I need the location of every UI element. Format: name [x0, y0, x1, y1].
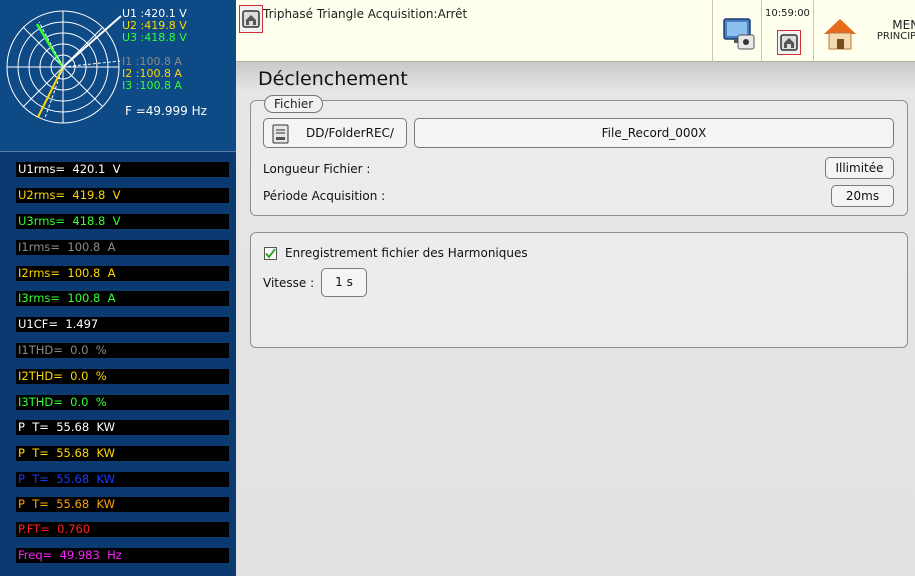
measurement-row: U3rms= 418.8 V [16, 214, 229, 229]
harmonics-label: Enregistrement fichier des Harmoniques [285, 246, 528, 260]
measurement-row: U1CF= 1.497 [16, 317, 229, 332]
header-divider [761, 0, 762, 62]
main-menu-button[interactable]: MENU PRINCIPAL [814, 0, 915, 62]
file-name-field[interactable]: File_Record_000X [414, 118, 894, 148]
main-content: Déclenchement Fichier DD/FolderREC/ File… [236, 62, 915, 576]
i3-phasor-value: I3 :100.8 A [122, 79, 182, 92]
measurement-row: I1THD= 0.0 % [16, 343, 229, 358]
phasor-graphic [6, 10, 122, 124]
measurement-row: I1rms= 100.8 A [16, 240, 229, 255]
periode-acquisition-button[interactable]: 20ms [831, 185, 894, 207]
periode-acquisition-label: Période Acquisition : [263, 189, 386, 203]
acquisition-status-icon[interactable] [239, 5, 263, 33]
measurement-row: U1rms= 420.1 V [16, 162, 229, 177]
measurement-row: Freq= 49.983 Hz [16, 548, 229, 563]
measurement-row: I2THD= 0.0 % [16, 369, 229, 384]
window-title: Triphasé Triangle Acquisition:Arrêt [263, 7, 468, 21]
measurement-row: I2rms= 100.8 A [16, 266, 229, 281]
vitesse-button[interactable]: 1 s [321, 268, 367, 297]
left-measurement-panel: U1 :420.1 V U2 :419.8 V U3 :418.8 V I1 :… [0, 0, 236, 576]
header-bar: Triphasé Triangle Acquisition:Arrêt 10:5… [236, 0, 915, 62]
measurement-row: P T= 55.68 KW [16, 472, 229, 487]
measurement-row: I3THD= 0.0 % [16, 395, 229, 410]
i1-phasor-value: I1 :100.8 A [122, 55, 182, 68]
menu-label-line-1: MENU [892, 18, 915, 32]
clock-time: 10:59:00 [765, 8, 810, 19]
app-root: U1 :420.1 V U2 :419.8 V U3 :418.8 V I1 :… [0, 0, 915, 576]
u3-phasor-value: U3 :418.8 V [122, 31, 187, 44]
u1-phasor-value: U1 :420.1 V [122, 7, 187, 20]
save-monitor-button[interactable] [722, 15, 756, 51]
folder-button[interactable]: DD/FolderREC/ [263, 118, 407, 148]
phasor-diagram: U1 :420.1 V U2 :419.8 V U3 :418.8 V I1 :… [0, 0, 236, 152]
measurement-row: P.FT= 0.760 [16, 522, 229, 537]
monitor-disk-icon [723, 18, 755, 50]
longueur-fichier-label: Longueur Fichier : [263, 162, 371, 176]
vitesse-label: Vitesse : [263, 276, 315, 290]
measurement-row: P T= 55.68 KW [16, 446, 229, 461]
folder-button-label: DD/FolderREC/ [306, 126, 394, 140]
acquisition-button[interactable] [777, 30, 801, 55]
i2-phasor-value: I2 :100.8 A [122, 67, 182, 80]
menu-label: MENU PRINCIPAL [868, 18, 915, 42]
disk-drive-icon [272, 124, 289, 144]
i1-vector [62, 60, 121, 68]
house-disk-icon [242, 10, 260, 28]
header-divider [712, 0, 713, 62]
fichier-legend: Fichier [264, 95, 324, 113]
menu-label-line-2: PRINCIPAL [876, 31, 915, 42]
harmonics-checkbox[interactable] [264, 247, 277, 260]
u2-phasor-value: U2 :419.8 V [122, 19, 187, 32]
measurement-row: P T= 55.68 KW [16, 420, 229, 435]
measurement-row: P T= 55.68 KW [16, 497, 229, 512]
frequency-phasor-value: F =49.999 Hz [125, 104, 207, 118]
measurement-row: I3rms= 100.8 A [16, 291, 229, 306]
measurement-row: U2rms= 419.8 V [16, 188, 229, 203]
page-title: Déclenchement [258, 68, 408, 90]
longueur-fichier-button[interactable]: Illimitée [825, 157, 894, 179]
home-icon [824, 19, 856, 50]
house-disk-icon [780, 34, 798, 51]
check-icon [265, 248, 276, 259]
